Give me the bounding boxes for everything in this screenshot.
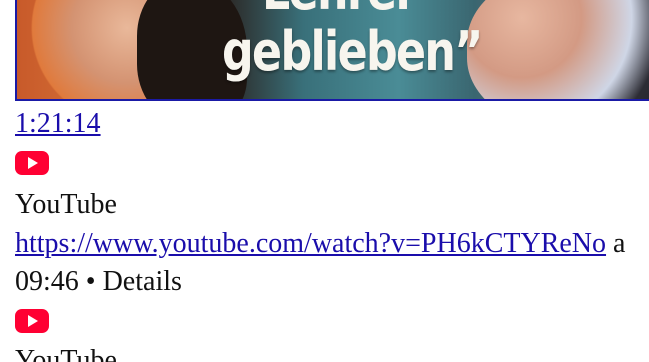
thumbnail-headline-top: Lehrer (262, 0, 417, 18)
video-duration-link[interactable]: 1:21:14 (15, 108, 101, 139)
url-row: https://www.youtube.com/watch?v=PH6kCTYR… (15, 228, 625, 260)
source-name: YouTube (15, 345, 117, 362)
video-duration-row: 1:21:14 (15, 108, 101, 140)
youtube-icon (15, 309, 49, 333)
url-suffix: a (613, 228, 626, 259)
video-thumbnail[interactable]: Lehrer geblieben” (15, 0, 649, 101)
thumbnail-headline: geblieben” (222, 20, 483, 83)
thumbnail-person-right (467, 0, 649, 99)
source-name: YouTube (15, 189, 117, 220)
youtube-icon (15, 151, 49, 175)
video-url-link[interactable]: https://www.youtube.com/watch?v=PH6kCTYR… (15, 228, 606, 259)
video-meta: 09:46 • Details (15, 266, 182, 297)
